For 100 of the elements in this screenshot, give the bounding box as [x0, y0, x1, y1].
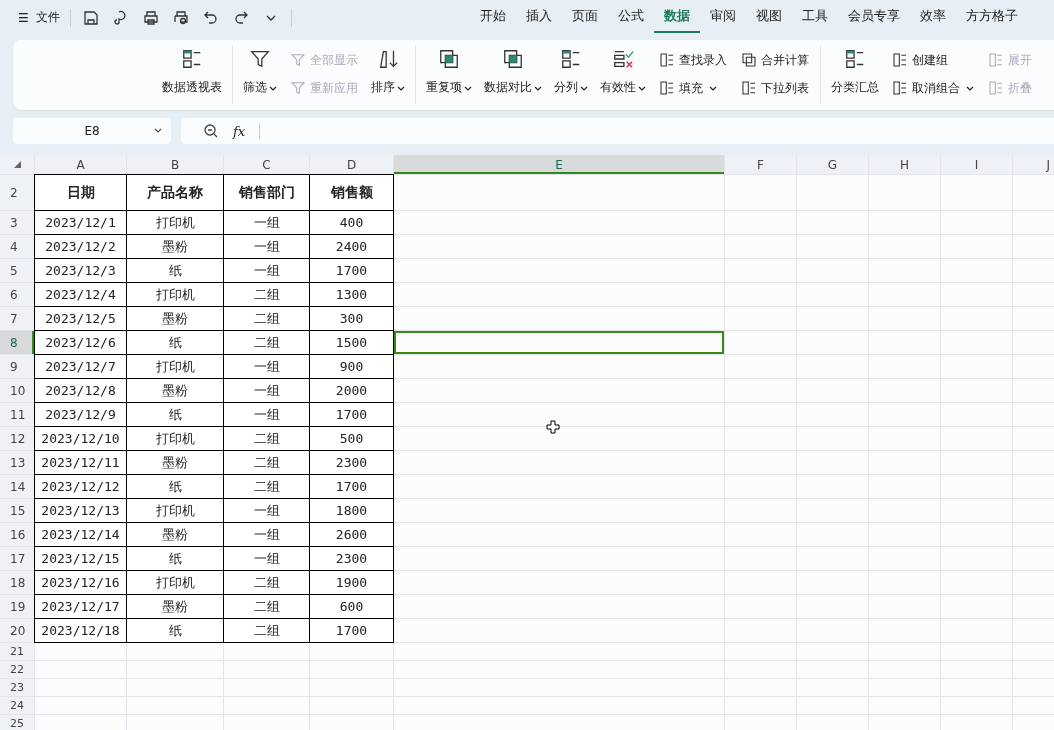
table-cell: 1700 [310, 619, 393, 642]
column-header[interactable]: I [941, 155, 1012, 174]
row-header[interactable]: 18 [0, 571, 34, 594]
print-icon[interactable] [142, 9, 159, 26]
row-header[interactable]: 4 [0, 235, 34, 258]
row-header[interactable]: 3 [0, 211, 34, 234]
ribbon-button[interactable]: 筛选 [239, 40, 281, 110]
row-header[interactable]: 5 [0, 259, 34, 282]
table-cell: 纸 [127, 475, 223, 498]
ribbon-tab[interactable]: 工具 [791, 2, 838, 33]
ribbon-tab[interactable]: 开始 [469, 2, 516, 33]
table-cell: 纸 [127, 619, 223, 642]
row-header[interactable]: 12 [0, 427, 34, 450]
table-cell: 2023/12/17 [35, 595, 126, 618]
table-cell: 纸 [127, 547, 223, 570]
ribbon-tab[interactable]: 方方格子 [955, 2, 1028, 33]
ribbon-button[interactable]: 排序 [367, 40, 409, 110]
table-cell: 1300 [310, 283, 393, 306]
formula-bar[interactable]: fx [181, 118, 1054, 144]
ribbon-button[interactable]: 填充 [656, 77, 730, 99]
column-header[interactable]: F [725, 155, 796, 174]
column-header[interactable]: B [127, 155, 223, 174]
table-cell: 2023/12/13 [35, 499, 126, 522]
row-header[interactable]: 23 [0, 679, 34, 696]
ribbon-button[interactable]: 查找录入 [656, 49, 730, 71]
redo-icon[interactable] [232, 9, 249, 26]
table-cell: 一组 [224, 235, 309, 258]
row-header[interactable]: 2 [0, 175, 34, 210]
zoom-icon[interactable] [203, 123, 219, 139]
ribbon-button[interactable]: 分列 [550, 40, 592, 110]
ribbon-tab[interactable]: 数据 [653, 2, 700, 33]
table-icon [659, 80, 675, 96]
ribbon-button[interactable]: 数据透视表 [158, 40, 226, 110]
name-box[interactable]: E8 [13, 118, 171, 144]
ribbon-tab[interactable]: 插入 [515, 2, 562, 33]
ribbon-button[interactable]: 重复项 [422, 40, 476, 110]
table-cell: 2023/12/9 [35, 403, 126, 426]
row-header[interactable]: 25 [0, 715, 34, 730]
cross-cursor-icon [546, 420, 560, 434]
ribbon-button[interactable]: 分类汇总 [827, 40, 883, 110]
table-icon [892, 52, 908, 68]
column-header[interactable]: A [35, 155, 126, 174]
row-header[interactable]: 10 [0, 379, 34, 402]
table-icon [844, 48, 866, 70]
column-header[interactable]: J [1013, 155, 1054, 174]
column-header[interactable]: D [310, 155, 393, 174]
file-menu[interactable]: ☰ 文件 [18, 9, 60, 26]
ribbon-tab[interactable]: 审阅 [699, 2, 746, 33]
select-all-button[interactable] [0, 155, 34, 174]
table-cell: 2023/12/8 [35, 379, 126, 402]
row-header[interactable]: 7 [0, 307, 34, 330]
row-header[interactable]: 17 [0, 547, 34, 570]
function-button[interactable]: fx [233, 123, 246, 139]
table-cell: 纸 [127, 259, 223, 282]
row-header[interactable]: 24 [0, 697, 34, 714]
ribbon-button[interactable]: 有效性 [596, 40, 650, 110]
ribbon-button[interactable]: 数据对比 [480, 40, 546, 110]
column-header[interactable]: E [394, 155, 724, 174]
row-header[interactable]: 22 [0, 661, 34, 678]
column-header[interactable]: C [224, 155, 309, 174]
caret-icon[interactable] [966, 84, 974, 92]
row-header[interactable]: 21 [0, 643, 34, 660]
button-label: 有效性 [600, 79, 636, 96]
row-header[interactable]: 9 [0, 355, 34, 378]
table-cell: 2023/12/10 [35, 427, 126, 450]
button-label: 重复项 [426, 79, 462, 96]
row-header[interactable]: 19 [0, 595, 34, 618]
row-header[interactable]: 13 [0, 451, 34, 474]
table-cell: 2023/12/3 [35, 259, 126, 282]
row-header[interactable]: 15 [0, 499, 34, 522]
button-label: 重新应用 [310, 79, 358, 97]
row-header[interactable]: 14 [0, 475, 34, 498]
caret-icon[interactable] [709, 84, 717, 92]
undo-icon[interactable] [202, 9, 219, 26]
print-preview-icon[interactable] [172, 9, 189, 26]
table-cell: 二组 [224, 427, 309, 450]
row-header[interactable]: 11 [0, 403, 34, 426]
row-header[interactable]: 6 [0, 283, 34, 306]
ribbon-tab[interactable]: 页面 [561, 2, 608, 33]
ribbon-tab[interactable]: 会员专享 [837, 2, 910, 33]
column-header[interactable]: G [797, 155, 868, 174]
row-header[interactable]: 8 [0, 331, 34, 354]
button-label: 合并计算 [761, 51, 809, 69]
row-header[interactable]: 20 [0, 619, 34, 642]
ribbon-tab[interactable]: 效率 [909, 2, 956, 33]
selected-cell[interactable] [394, 331, 724, 354]
ribbon-button[interactable]: 合并计算 [738, 49, 812, 71]
ribbon-button[interactable]: 取消组合 [889, 77, 977, 99]
column-header[interactable]: H [869, 155, 940, 174]
ribbon-tab[interactable]: 公式 [607, 2, 654, 33]
save-icon[interactable] [82, 9, 99, 26]
table-cell: 2600 [310, 523, 393, 546]
ribbon-button[interactable]: 下拉列表 [738, 77, 812, 99]
table-cell: 纸 [127, 331, 223, 354]
table-cell: 墨粉 [127, 235, 223, 258]
ribbon-tab[interactable]: 视图 [745, 2, 792, 33]
row-header[interactable]: 16 [0, 523, 34, 546]
ribbon-button[interactable]: 创建组 [889, 49, 977, 71]
table-cell: 二组 [224, 595, 309, 618]
table-icon [741, 80, 757, 96]
